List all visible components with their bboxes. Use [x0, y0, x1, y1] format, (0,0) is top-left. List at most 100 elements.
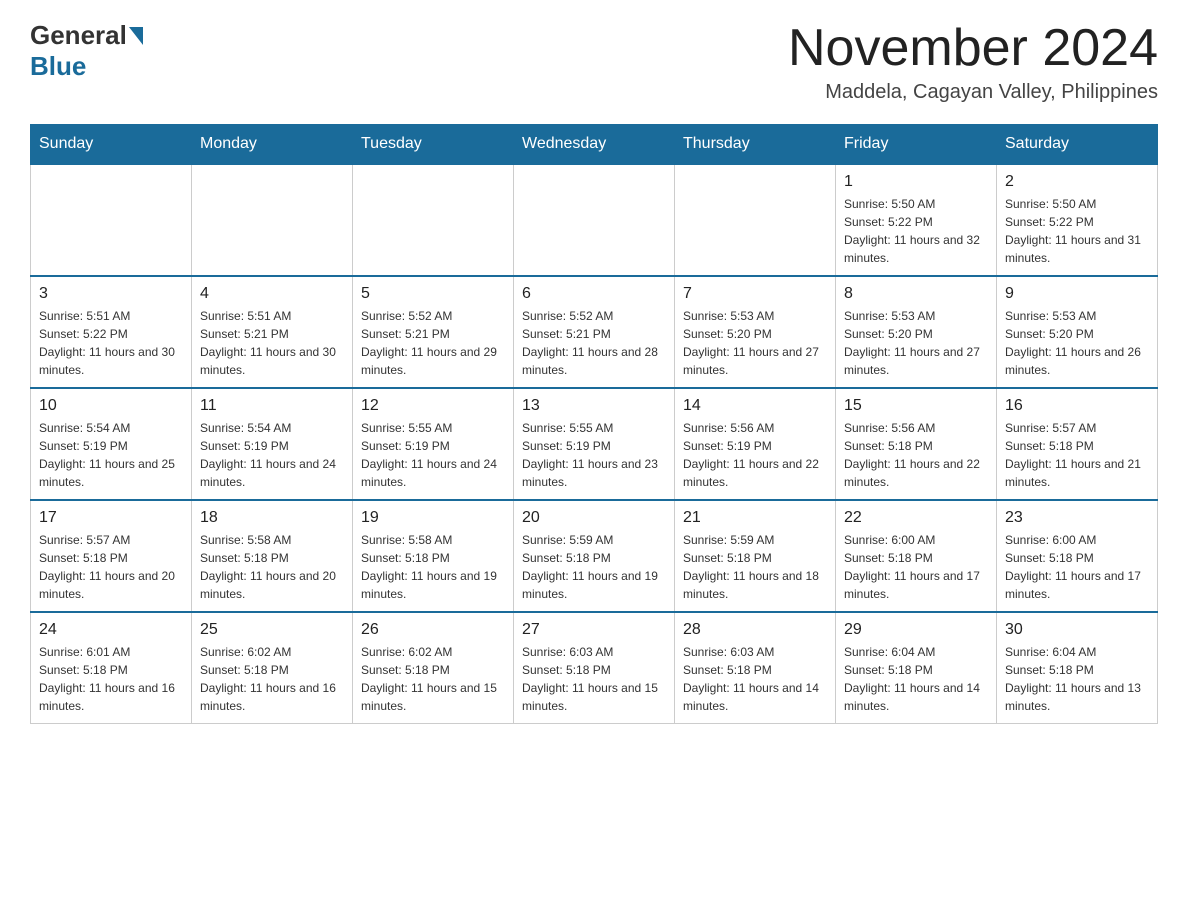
day-sun-info: Sunrise: 5:57 AMSunset: 5:18 PMDaylight:… — [39, 531, 183, 603]
day-number: 11 — [200, 397, 344, 415]
day-sun-info: Sunrise: 5:52 AMSunset: 5:21 PMDaylight:… — [361, 307, 505, 379]
calendar-cell: 6Sunrise: 5:52 AMSunset: 5:21 PMDaylight… — [514, 276, 675, 388]
day-number: 10 — [39, 397, 183, 415]
day-number: 20 — [522, 509, 666, 527]
calendar-cell: 28 Sunrise: 6:03 AMSunset: 5:18 PMDayligh… — [675, 612, 836, 724]
day-sun-info: Sunrise: 5:53 AMSunset: 5:20 PMDaylight:… — [683, 307, 827, 379]
calendar-cell — [192, 164, 353, 276]
day-sun-info: Sunrise: 6:00 AMSunset: 5:18 PMDaylight:… — [844, 531, 988, 603]
day-number: 27 — [522, 621, 666, 639]
calendar-cell: 19 Sunrise: 5:58 AMSunset: 5:18 PMDayligh… — [353, 500, 514, 612]
day-sun-info: Sunrise: 5:58 AMSunset: 5:18 PMDaylight:… — [200, 531, 344, 603]
day-number: 21 — [683, 509, 827, 527]
day-sun-info: Sunrise: 6:00 AMSunset: 5:18 PMDaylight:… — [1005, 531, 1149, 603]
day-sun-info: Sunrise: 5:56 AMSunset: 5:18 PMDaylight:… — [844, 419, 988, 491]
day-number: 30 — [1005, 621, 1149, 639]
calendar-cell — [31, 164, 192, 276]
day-number: 22 — [844, 509, 988, 527]
logo-blue-text: Blue — [30, 51, 86, 82]
day-number: 4 — [200, 285, 344, 303]
calendar-cell: 18 Sunrise: 5:58 AMSunset: 5:18 PMDayligh… — [192, 500, 353, 612]
weekday-header-tuesday: Tuesday — [353, 125, 514, 165]
page-header: General Blue November 2024 Maddela, Caga… — [30, 20, 1158, 104]
calendar-cell: 24 Sunrise: 6:01 AMSunset: 5:18 PMDayligh… — [31, 612, 192, 724]
weekday-header-sunday: Sunday — [31, 125, 192, 165]
calendar-cell: 11 Sunrise: 5:54 AMSunset: 5:19 PMDayligh… — [192, 388, 353, 500]
calendar-table: SundayMondayTuesdayWednesdayThursdayFrid… — [30, 124, 1158, 724]
weekday-header-row: SundayMondayTuesdayWednesdayThursdayFrid… — [31, 125, 1158, 165]
day-number: 19 — [361, 509, 505, 527]
day-sun-info: Sunrise: 6:03 AMSunset: 5:18 PMDaylight:… — [683, 643, 827, 715]
day-sun-info: Sunrise: 5:51 AMSunset: 5:22 PMDaylight:… — [39, 307, 183, 379]
day-number: 16 — [1005, 397, 1149, 415]
day-number: 15 — [844, 397, 988, 415]
day-sun-info: Sunrise: 6:02 AMSunset: 5:18 PMDaylight:… — [200, 643, 344, 715]
calendar-cell: 20 Sunrise: 5:59 AMSunset: 5:18 PMDayligh… — [514, 500, 675, 612]
calendar-cell: 7 Sunrise: 5:53 AMSunset: 5:20 PMDaylight… — [675, 276, 836, 388]
day-sun-info: Sunrise: 5:57 AMSunset: 5:18 PMDaylight:… — [1005, 419, 1149, 491]
day-sun-info: Sunrise: 5:58 AMSunset: 5:18 PMDaylight:… — [361, 531, 505, 603]
day-number: 29 — [844, 621, 988, 639]
logo-general-text: General — [30, 20, 127, 51]
day-number: 24 — [39, 621, 183, 639]
day-number: 18 — [200, 509, 344, 527]
calendar-cell: 9 Sunrise: 5:53 AMSunset: 5:20 PMDaylight… — [997, 276, 1158, 388]
calendar-cell: 27 Sunrise: 6:03 AMSunset: 5:18 PMDayligh… — [514, 612, 675, 724]
weekday-header-thursday: Thursday — [675, 125, 836, 165]
calendar-cell: 10 Sunrise: 5:54 AMSunset: 5:19 PMDayligh… — [31, 388, 192, 500]
day-sun-info: Sunrise: 5:50 AMSunset: 5:22 PMDaylight:… — [1005, 195, 1149, 267]
day-number: 28 — [683, 621, 827, 639]
weekday-header-wednesday: Wednesday — [514, 125, 675, 165]
day-sun-info: Sunrise: 5:53 AMSunset: 5:20 PMDaylight:… — [844, 307, 988, 379]
month-title: November 2024 — [788, 20, 1158, 77]
calendar-cell — [514, 164, 675, 276]
calendar-cell: 5 Sunrise: 5:52 AMSunset: 5:21 PMDaylight… — [353, 276, 514, 388]
day-number: 2 — [1005, 173, 1149, 191]
day-sun-info: Sunrise: 6:03 AMSunset: 5:18 PMDaylight:… — [522, 643, 666, 715]
calendar-cell: 4Sunrise: 5:51 AMSunset: 5:21 PMDaylight… — [192, 276, 353, 388]
week-row-2: 3Sunrise: 5:51 AMSunset: 5:22 PMDaylight… — [31, 276, 1158, 388]
day-sun-info: Sunrise: 5:56 AMSunset: 5:19 PMDaylight:… — [683, 419, 827, 491]
logo: General Blue — [30, 20, 145, 82]
day-sun-info: Sunrise: 5:59 AMSunset: 5:18 PMDaylight:… — [683, 531, 827, 603]
day-number: 14 — [683, 397, 827, 415]
calendar-cell: 3Sunrise: 5:51 AMSunset: 5:22 PMDaylight… — [31, 276, 192, 388]
day-sun-info: Sunrise: 5:55 AMSunset: 5:19 PMDaylight:… — [361, 419, 505, 491]
calendar-cell — [675, 164, 836, 276]
calendar-cell — [353, 164, 514, 276]
location-subtitle: Maddela, Cagayan Valley, Philippines — [788, 81, 1158, 104]
calendar-cell: 15 Sunrise: 5:56 AMSunset: 5:18 PMDayligh… — [836, 388, 997, 500]
day-sun-info: Sunrise: 5:54 AMSunset: 5:19 PMDaylight:… — [39, 419, 183, 491]
calendar-cell: 14 Sunrise: 5:56 AMSunset: 5:19 PMDayligh… — [675, 388, 836, 500]
day-number: 26 — [361, 621, 505, 639]
weekday-header-monday: Monday — [192, 125, 353, 165]
day-number: 23 — [1005, 509, 1149, 527]
day-sun-info: Sunrise: 6:01 AMSunset: 5:18 PMDaylight:… — [39, 643, 183, 715]
day-number: 5 — [361, 285, 505, 303]
calendar-cell: 23 Sunrise: 6:00 AMSunset: 5:18 PMDayligh… — [997, 500, 1158, 612]
calendar-cell: 26 Sunrise: 6:02 AMSunset: 5:18 PMDayligh… — [353, 612, 514, 724]
calendar-cell: 25 Sunrise: 6:02 AMSunset: 5:18 PMDayligh… — [192, 612, 353, 724]
day-sun-info: Sunrise: 5:55 AMSunset: 5:19 PMDaylight:… — [522, 419, 666, 491]
calendar-cell: 8Sunrise: 5:53 AMSunset: 5:20 PMDaylight… — [836, 276, 997, 388]
day-sun-info: Sunrise: 5:54 AMSunset: 5:19 PMDaylight:… — [200, 419, 344, 491]
calendar-cell: 17 Sunrise: 5:57 AMSunset: 5:18 PMDayligh… — [31, 500, 192, 612]
day-number: 9 — [1005, 285, 1149, 303]
week-row-3: 10 Sunrise: 5:54 AMSunset: 5:19 PMDayligh… — [31, 388, 1158, 500]
calendar-cell: 12 Sunrise: 5:55 AMSunset: 5:19 PMDayligh… — [353, 388, 514, 500]
day-number: 17 — [39, 509, 183, 527]
day-sun-info: Sunrise: 5:53 AMSunset: 5:20 PMDaylight:… — [1005, 307, 1149, 379]
calendar-cell: 16 Sunrise: 5:57 AMSunset: 5:18 PMDayligh… — [997, 388, 1158, 500]
day-number: 25 — [200, 621, 344, 639]
calendar-cell: 13Sunrise: 5:55 AMSunset: 5:19 PMDayligh… — [514, 388, 675, 500]
day-number: 7 — [683, 285, 827, 303]
day-sun-info: Sunrise: 6:04 AMSunset: 5:18 PMDaylight:… — [844, 643, 988, 715]
calendar-cell: 21 Sunrise: 5:59 AMSunset: 5:18 PMDayligh… — [675, 500, 836, 612]
day-sun-info: Sunrise: 6:04 AMSunset: 5:18 PMDaylight:… — [1005, 643, 1149, 715]
day-sun-info: Sunrise: 5:59 AMSunset: 5:18 PMDaylight:… — [522, 531, 666, 603]
day-number: 12 — [361, 397, 505, 415]
day-sun-info: Sunrise: 6:02 AMSunset: 5:18 PMDaylight:… — [361, 643, 505, 715]
day-number: 6 — [522, 285, 666, 303]
week-row-1: 1 Sunrise: 5:50 AMSunset: 5:22 PMDaylight… — [31, 164, 1158, 276]
day-number: 1 — [844, 173, 988, 191]
